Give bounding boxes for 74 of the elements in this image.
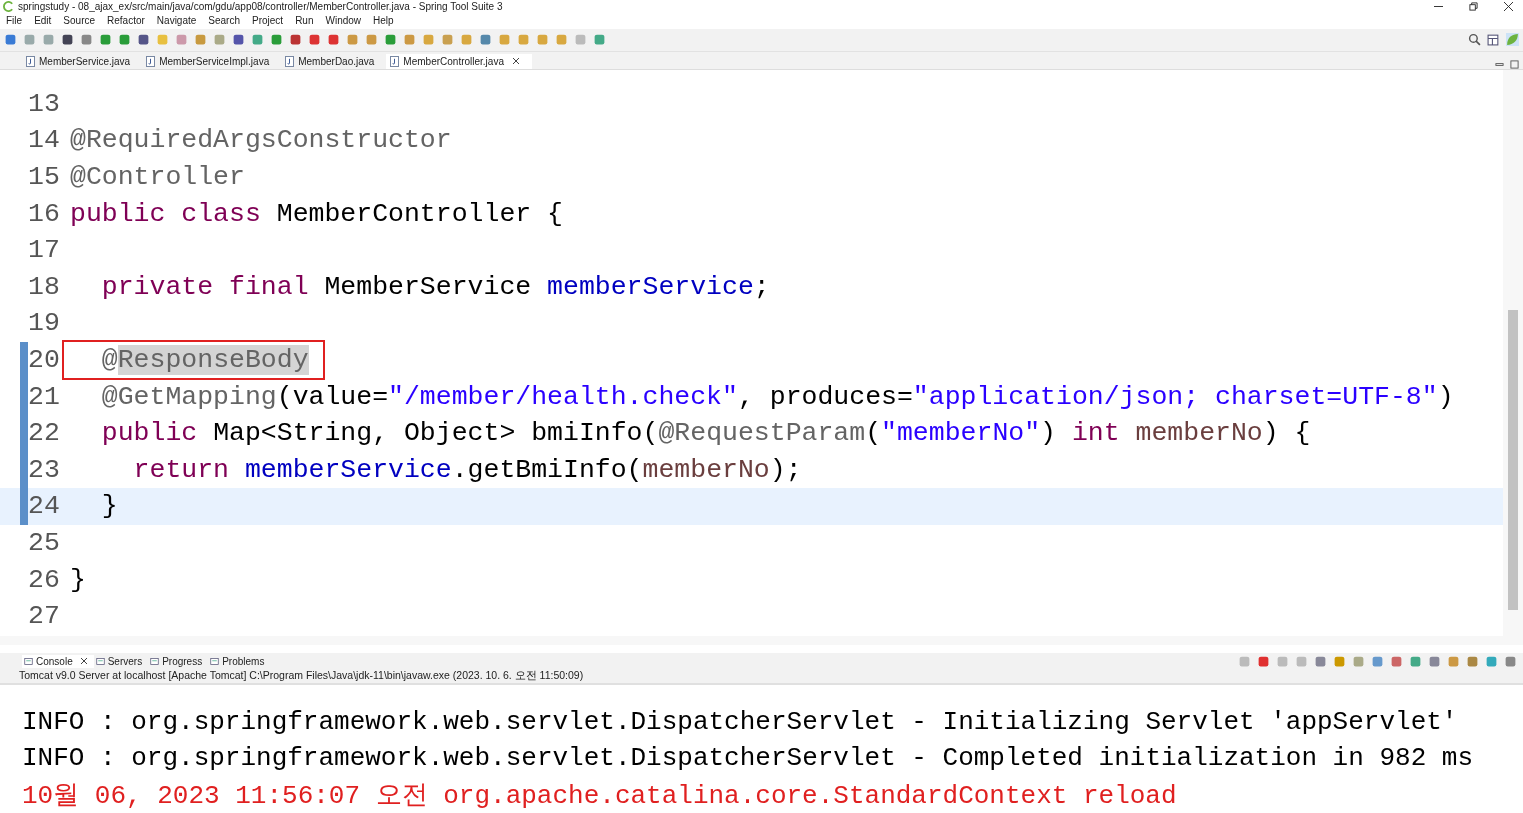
code-line: @ResponseBody [100, 344, 310, 377]
view-tab[interactable]: Progress [148, 654, 209, 668]
menu-item[interactable]: Help [373, 15, 394, 27]
line-number: 17 [28, 235, 61, 266]
code-line: @Controller [69, 161, 246, 195]
console-line: INFO : org.springframework.web.servlet.DispatcherServlet - Completed initialization in 982 ms [22, 742, 1475, 776]
menu-item[interactable]: Search [208, 15, 240, 27]
close-icon[interactable] [1504, 1, 1513, 11]
view-icon [210, 655, 220, 667]
line-number: 25 [28, 528, 61, 558]
toolbar-icon[interactable] [289, 33, 302, 47]
line-number: 18 [28, 271, 61, 302]
leaf-icon[interactable] [1506, 33, 1519, 47]
view-icon [24, 655, 33, 667]
toolbar-icon[interactable] [61, 33, 74, 47]
line-number: 21 [28, 381, 61, 412]
file-icon [285, 55, 295, 67]
perspective-icon[interactable] [1487, 33, 1500, 47]
menu-item[interactable]: Navigate [156, 15, 197, 27]
code-line: @GetMapping(value="/member/health.check", produces="application/json; charset=UTF-8") [100, 380, 1455, 414]
code-line: public Map<String, Object> bmiInfo(@RequestParam("memberNo") int memberNo) { [100, 417, 1312, 451]
restore-icon[interactable] [1469, 1, 1478, 11]
view-icon [150, 655, 160, 667]
editor-tab[interactable]: MemberController.java [386, 53, 532, 69]
view-icon [95, 655, 105, 667]
toolbar-icon[interactable] [327, 33, 340, 47]
code-line: public class MemberController { [69, 197, 564, 231]
close-icon[interactable] [79, 657, 88, 666]
code-line: return memberService.getBmiInfo(memberNo); [132, 453, 803, 487]
line-number: 24 [28, 491, 61, 522]
line-number: 14 [28, 125, 61, 156]
menu-item[interactable]: Window [325, 15, 362, 27]
line-number: 16 [28, 198, 61, 229]
line-number: 15 [28, 162, 61, 193]
scrollbar[interactable] [1503, 69, 1523, 636]
view-tab[interactable]: Problems [208, 654, 271, 668]
file-icon [26, 55, 35, 67]
menu-item[interactable]: Source [63, 15, 96, 27]
menu-item[interactable]: Refactor [107, 15, 145, 27]
console-line: INFO : org.springframework.web.servlet.DispatcherServlet - Initializing Servlet 'appServlet' [22, 705, 1459, 739]
toolbar-icon[interactable] [308, 33, 321, 47]
file-icon [146, 55, 156, 67]
toolbar-icon[interactable] [4, 33, 17, 47]
window-title: springstudy - 08_ajax_ex/src/main/java/com/gdu/app08/controller/MemberController.java - Spring Tool Suite 3 [18, 0, 503, 12]
menu-item[interactable]: Project [252, 15, 284, 27]
code-line: @RequiredArgsConstructor [69, 124, 453, 158]
line-number: 19 [28, 308, 61, 339]
menu-item[interactable]: Edit [34, 15, 52, 27]
editor-tab[interactable]: MemberService.java [22, 53, 143, 69]
menu-item[interactable]: File [6, 15, 23, 27]
code-line: } [69, 563, 87, 597]
toolbar-icon[interactable] [137, 33, 150, 47]
app-logo-icon [3, 0, 14, 12]
code-line: } [100, 490, 119, 524]
console-description: Tomcat v9.0 Server at localhost [Apache Tomcat] C:\Program Files\Java\jdk-11\bin\javaw.exe (2023. 10. 6. 오전 11:50:09) [0, 669, 1523, 686]
view-tab[interactable]: Console [22, 654, 94, 668]
toolbar-icon[interactable] [1257, 654, 1270, 668]
menu-item[interactable]: Run [295, 15, 314, 27]
line-number: 27 [28, 601, 61, 632]
line-number: 23 [28, 454, 61, 485]
line-number: 20 [28, 345, 61, 375]
editor-tab[interactable]: MemberDao.java [281, 53, 387, 69]
close-icon[interactable] [511, 57, 520, 66]
editor-tab[interactable]: MemberServiceImpl.java [142, 53, 282, 69]
code-line: private final MemberService memberService; [100, 270, 771, 304]
file-icon [390, 55, 400, 67]
line-number: 22 [28, 418, 61, 449]
line-number: 13 [28, 88, 61, 119]
view-tab[interactable]: Servers [93, 654, 149, 668]
maximize-icon[interactable] [1510, 59, 1519, 69]
line-number: 26 [28, 564, 61, 595]
search-icon[interactable] [1468, 33, 1481, 47]
toolbar-icon[interactable] [232, 33, 245, 47]
console-line: 10월 06, 2023 11:56:07 오전 org.apache.catalina.core.StandardContext reload [22, 780, 1178, 813]
